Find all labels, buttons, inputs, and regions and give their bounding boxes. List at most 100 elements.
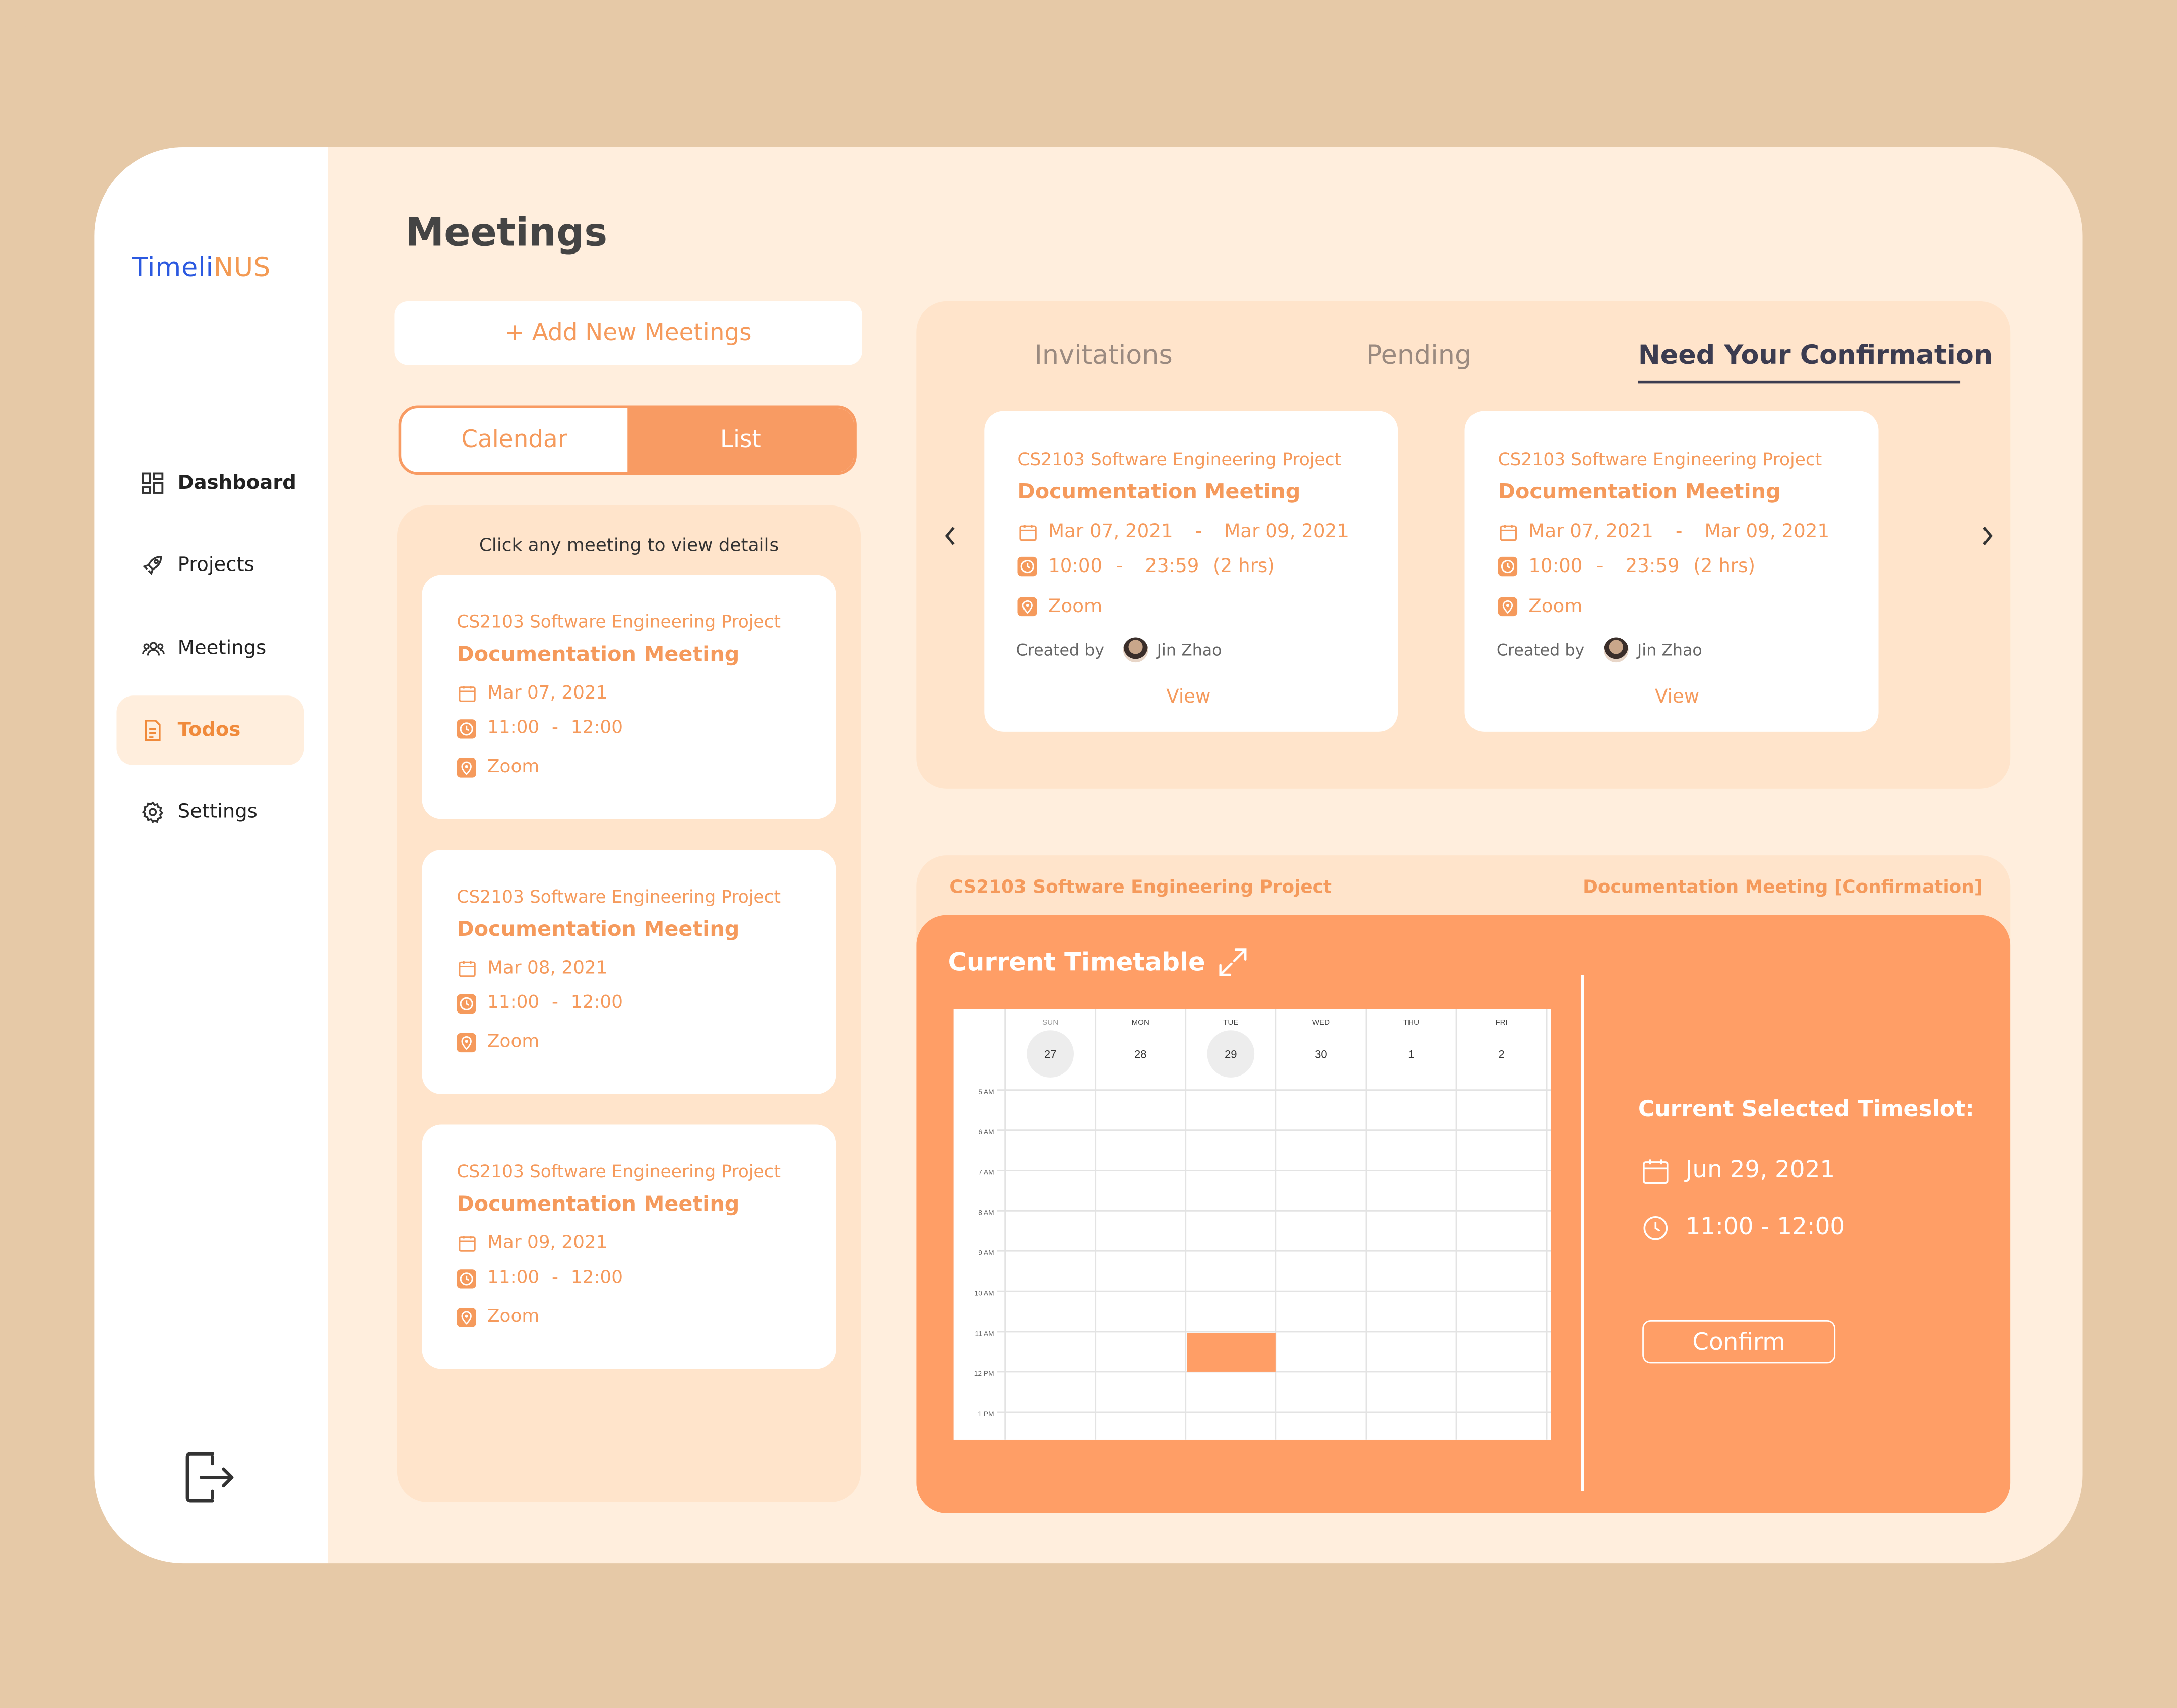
main-content: Meetings + Add New Meetings Calendar Lis…	[328, 147, 2082, 1563]
confirmation-panel: CS2103 Software Engineering Project Docu…	[916, 855, 2011, 1513]
avatar	[1604, 637, 1629, 663]
meeting-name: Documentation Meeting	[457, 1191, 740, 1217]
calendar-day-name: SUN	[1042, 1018, 1058, 1027]
tab-pending[interactable]: Pending	[1366, 340, 1471, 371]
page-title: Meetings	[405, 210, 608, 256]
list-hint: Click any meeting to view details	[479, 536, 779, 557]
meeting-time-start: 11:00	[487, 1268, 540, 1289]
selected-time-row: 11:00 - 12:00	[1641, 1214, 1845, 1241]
invitation-date-start: Mar 07, 2021	[1528, 521, 1653, 543]
invitation-time-sep: -	[1116, 555, 1123, 578]
logo-text-timeli: Timeli	[132, 252, 214, 284]
logout-icon[interactable]	[182, 1449, 237, 1505]
confirm-button[interactable]: Confirm	[1642, 1320, 1836, 1364]
view-invitation-link[interactable]: View	[1655, 686, 1699, 708]
meeting-time-start: 11:00	[487, 718, 540, 739]
expand-icon[interactable]	[1216, 945, 1249, 979]
meeting-date-row: Mar 07, 2021	[457, 683, 607, 704]
invitation-card: CS2103 Software Engineering Project Docu…	[984, 411, 1398, 732]
meeting-time-sep: -	[552, 992, 558, 1014]
view-invitation-link[interactable]: View	[1166, 686, 1210, 708]
meeting-location-row: Zoom	[457, 1032, 539, 1052]
meeting-list-panel: Click any meeting to view details CS2103…	[397, 505, 861, 1502]
meeting-date: Mar 08, 2021	[487, 958, 608, 979]
app-logo[interactable]: TimeliNUS	[132, 252, 271, 283]
invitation-location: Zoom	[1528, 595, 1583, 618]
gear-icon	[140, 800, 165, 825]
sidebar-item-label: Settings	[177, 801, 258, 824]
clock-icon	[457, 1268, 476, 1288]
grid-icon	[140, 471, 165, 496]
meeting-project: CS2103 Software Engineering Project	[457, 611, 781, 632]
view-toggle: Calendar List	[398, 405, 857, 475]
invitation-name: Documentation Meeting	[1017, 479, 1301, 504]
meeting-time-row: 11:00 - 12:00	[457, 1268, 623, 1289]
calendar-hour-label: 11 AM	[975, 1330, 994, 1337]
sidebar-item-label: Projects	[177, 554, 254, 577]
invitation-time-row: 10:00 - 23:59 (2 hrs)	[1498, 555, 1755, 578]
calendar-date-number: 29	[1225, 1048, 1237, 1060]
carousel-next-button[interactable]	[1977, 524, 1997, 549]
sidebar-item-settings[interactable]: Settings	[116, 778, 304, 847]
invitation-name: Documentation Meeting	[1498, 479, 1781, 504]
location-icon	[1498, 597, 1518, 617]
calendar-icon	[457, 684, 476, 704]
sidebar-item-dashboard[interactable]: Dashboard	[116, 449, 304, 518]
calendar-view-button[interactable]: Calendar	[401, 408, 627, 472]
people-icon	[140, 636, 165, 661]
selected-date: Jun 29, 2021	[1685, 1156, 1835, 1185]
invitation-time-end: 23:59	[1145, 555, 1199, 578]
calendar-icon	[457, 959, 476, 978]
created-by-row: Created by Jin Zhao	[1497, 637, 1702, 663]
meeting-card[interactable]: CS2103 Software Engineering Project Docu…	[422, 850, 836, 1094]
created-by-label: Created by	[1016, 640, 1104, 660]
calendar-day-name: FRI	[1495, 1018, 1507, 1027]
meeting-time-start: 11:00	[487, 992, 540, 1014]
selected-time: 11:00 - 12:00	[1685, 1213, 1845, 1241]
clock-icon	[457, 993, 476, 1013]
meeting-card[interactable]: CS2103 Software Engineering Project Docu…	[422, 575, 836, 819]
add-meeting-button[interactable]: + Add New Meetings	[394, 301, 862, 365]
sidebar-item-label: Meetings	[177, 637, 267, 660]
section-divider	[1581, 975, 1584, 1491]
meeting-date: Mar 09, 2021	[487, 1233, 608, 1254]
meeting-time-row: 11:00 - 12:00	[457, 993, 623, 1014]
calendar-icon	[1641, 1157, 1669, 1184]
calendar-day-name: MON	[1132, 1018, 1149, 1027]
invitation-time-sep: -	[1596, 555, 1604, 578]
timetable-grid[interactable]: SUN 27 MON 28 TUE 29 WED 30 THU 1 FRI 2 5 AM 6 AM 7 AM…	[953, 1009, 1551, 1440]
sidebar-item-meetings[interactable]: Meetings	[116, 614, 304, 683]
confirmation-project: CS2103 Software Engineering Project	[949, 877, 1332, 899]
carousel-prev-button[interactable]	[941, 524, 961, 549]
calendar-hour-label: 7 AM	[978, 1169, 994, 1176]
calendar-date-number: 2	[1498, 1048, 1504, 1060]
calendar-day-name: THU	[1403, 1018, 1419, 1027]
tab-invitations[interactable]: Invitations	[1034, 340, 1172, 371]
creator-name: Jin Zhao	[1637, 640, 1702, 660]
list-view-button[interactable]: List	[627, 408, 854, 472]
invitation-time-end: 23:59	[1625, 555, 1680, 578]
avatar	[1123, 637, 1149, 663]
sidebar-item-todos[interactable]: Todos	[116, 695, 304, 766]
invitation-date-row: Mar 07, 2021 - Mar 09, 2021	[1498, 521, 1829, 543]
meeting-time-sep: -	[552, 1268, 558, 1289]
meeting-time-sep: -	[552, 718, 558, 739]
location-icon	[457, 757, 476, 777]
invitation-duration: (2 hrs)	[1213, 555, 1275, 578]
calendar-hour-label: 12 PM	[974, 1370, 994, 1377]
calendar-hour-label: 8 AM	[978, 1209, 994, 1217]
invitation-time-row: 10:00 - 23:59 (2 hrs)	[1017, 555, 1275, 578]
sidebar-item-projects[interactable]: Projects	[116, 530, 304, 600]
tab-need-your-confirmation[interactable]: Need Your Confirmation	[1638, 340, 1993, 371]
clock-icon	[457, 718, 476, 738]
calendar-icon	[1017, 522, 1037, 542]
timetable-calendar: SUN 27 MON 28 TUE 29 WED 30 THU 1 FRI 2 5 AM 6 AM 7 AM…	[953, 1009, 1551, 1440]
location-icon	[457, 1032, 476, 1052]
sidebar: TimeliNUS Dashboard Projects Meetings To…	[94, 147, 328, 1564]
invitation-card: CS2103 Software Engineering Project Docu…	[1464, 411, 1879, 732]
meeting-project: CS2103 Software Engineering Project	[457, 885, 781, 907]
sidebar-item-label: Dashboard	[177, 472, 296, 494]
meeting-card[interactable]: CS2103 Software Engineering Project Docu…	[422, 1124, 836, 1369]
calendar-icon	[1498, 522, 1518, 542]
calendar-date-number: 28	[1134, 1048, 1147, 1060]
